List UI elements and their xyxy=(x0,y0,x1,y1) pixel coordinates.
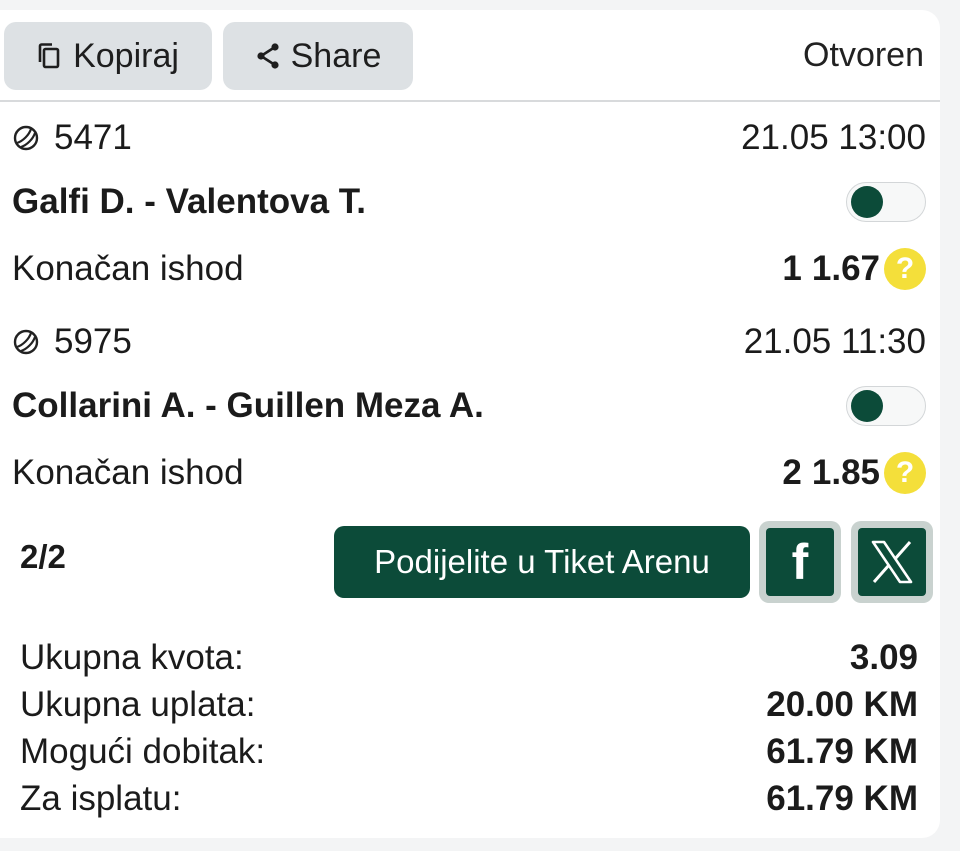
summary-value: 3.09 xyxy=(849,638,918,677)
pick-value: 2 xyxy=(782,453,802,492)
selection-count: 2/2 xyxy=(20,538,66,575)
help-icon[interactable]: ? xyxy=(884,452,926,494)
match-row: Galfi D. - Valentova T. xyxy=(12,182,926,222)
market-row: Konačan ishod 2 1.85 ? xyxy=(12,452,926,494)
facebook-share-button[interactable]: f xyxy=(759,521,841,603)
ticket-status: Otvoren xyxy=(803,36,924,74)
match-code-text: 5975 xyxy=(54,322,132,361)
share-icon xyxy=(257,43,279,69)
summary-value: 20.00 KM xyxy=(766,685,918,724)
selection-odds: 1 1.67 ? xyxy=(782,248,926,290)
share-tiket-arena-button[interactable]: Podijelite u Tiket Arenu xyxy=(334,526,750,598)
x-logo-icon xyxy=(871,540,913,584)
match-name: Galfi D. - Valentova T. xyxy=(12,182,366,221)
summary-payout: Za isplatu: 61.79 KM xyxy=(20,779,918,819)
market-label: Konačan ishod xyxy=(12,249,244,288)
selection-odds: 2 1.85 ? xyxy=(782,452,926,494)
match-code-text: 5471 xyxy=(54,118,132,157)
ticket-toolbar: Kopiraj Share Otvoren xyxy=(0,10,940,102)
tennis-ball-icon xyxy=(13,329,39,355)
help-icon[interactable]: ? xyxy=(884,248,926,290)
odds-value: 1.85 xyxy=(811,453,880,492)
summary-stake: Ukupna uplata: 20.00 KM xyxy=(20,685,918,725)
match-toggle[interactable] xyxy=(846,386,926,426)
summary-label: Za isplatu: xyxy=(20,779,182,818)
pick-value: 1 xyxy=(782,249,802,288)
tennis-ball-icon xyxy=(13,125,39,151)
toggle-knob xyxy=(851,186,883,218)
market-row: Konačan ishod 1 1.67 ? xyxy=(12,248,926,290)
match-toggle[interactable] xyxy=(846,182,926,222)
match-datetime: 21.05 11:30 xyxy=(743,322,926,361)
copy-button-label: Kopiraj xyxy=(73,36,179,75)
share-button-label: Share xyxy=(290,36,382,75)
market-label: Konačan ishod xyxy=(12,453,244,492)
odds-value: 1.67 xyxy=(811,249,880,288)
share-button[interactable]: Share xyxy=(223,22,413,90)
summary-value: 61.79 KM xyxy=(766,779,918,818)
match-name: Collarini A. - Guillen Meza A. xyxy=(12,386,484,425)
match-code: 5975 xyxy=(12,322,132,362)
match-header: 5975 21.05 11:30 xyxy=(12,322,926,362)
summary-value: 61.79 KM xyxy=(766,732,918,771)
match-row: Collarini A. - Guillen Meza A. xyxy=(12,386,926,426)
summary-possible-win: Mogući dobitak: 61.79 KM xyxy=(20,732,918,772)
x-share-button[interactable] xyxy=(851,521,933,603)
summary-label: Mogući dobitak: xyxy=(20,732,266,771)
summary-label: Ukupna kvota: xyxy=(20,638,244,677)
summary-total-odds: Ukupna kvota: 3.09 xyxy=(20,638,918,678)
ticket-card: Kopiraj Share Otvoren 5471 21.05 13:00 G… xyxy=(0,10,940,838)
match-code: 5471 xyxy=(12,118,132,158)
match-header: 5471 21.05 13:00 xyxy=(12,118,926,158)
match-datetime: 21.05 13:00 xyxy=(741,118,926,157)
toggle-knob xyxy=(851,390,883,422)
copy-icon xyxy=(38,43,60,69)
facebook-icon: f xyxy=(791,534,809,590)
copy-button[interactable]: Kopiraj xyxy=(4,22,212,90)
summary-label: Ukupna uplata: xyxy=(20,685,256,724)
